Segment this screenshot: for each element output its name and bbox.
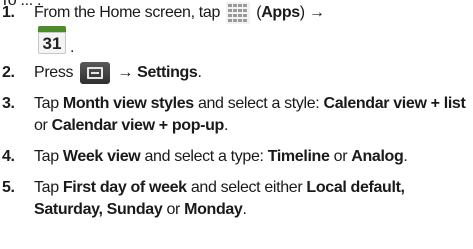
step-1-period: . — [70, 39, 75, 56]
option-saturday-sunday: Saturday, Sunday — [34, 201, 163, 218]
step-number: 3. — [2, 95, 15, 112]
option-analog: Analog — [351, 148, 404, 165]
apps-grid-icon — [226, 2, 251, 24]
arrow-icon: → — [308, 4, 325, 22]
option-monday: Monday — [184, 201, 243, 218]
option-calendar-view-list: Calendar view + list — [323, 95, 466, 112]
step-number: 2. — [2, 64, 15, 81]
menu-key-icon — [80, 62, 111, 84]
step-number: 4. — [2, 148, 15, 165]
step-number: 1. — [2, 4, 15, 21]
option-timeline: Timeline — [267, 148, 330, 165]
step-text: From the Home screen, tap — [34, 4, 220, 22]
month-view-styles-label: Month view styles — [62, 95, 194, 112]
first-day-of-week-label: First day of week — [62, 179, 187, 196]
option-local-default: Local default, — [306, 179, 405, 196]
calendar-icon: 31 — [36, 26, 68, 56]
arrow-icon: → — [117, 64, 134, 82]
instruction-page: To ... . 1. From the Home screen, tap (A… — [0, 0, 473, 249]
settings-label: Settings — [137, 64, 198, 82]
apps-label: Apps — [261, 4, 300, 22]
option-calendar-view-popup: Calendar view + pop-up — [51, 117, 225, 134]
press-text: Press — [34, 64, 74, 82]
week-view-label: Week view — [62, 148, 141, 165]
step-number: 5. — [2, 179, 15, 196]
